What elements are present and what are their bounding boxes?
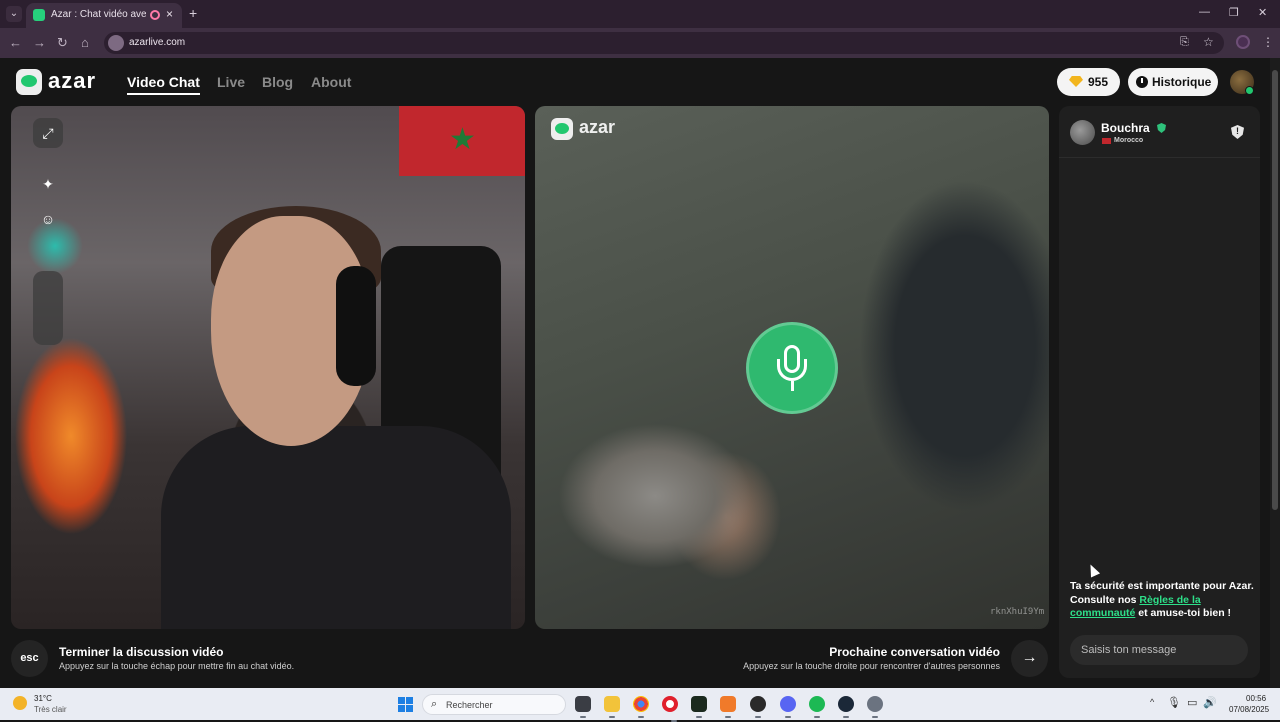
azar-favicon-icon [33,9,45,21]
tray-chevron-icon[interactable]: ^ [1150,697,1154,707]
clock-time[interactable]: 00:56 [1246,694,1266,703]
minimize-video-icon[interactable]: ⤢ [33,118,63,148]
terminal-app-icon[interactable] [691,696,707,718]
effects-toolbar [33,271,63,345]
safety-text-end: et amuse-toi bien ! [1135,607,1232,619]
face-filter-icon[interactable]: ☺ [33,204,63,234]
windows-taskbar: 31°C Très clair ⌕ Rechercher ^ 🎙 ▭ 🔊 00:… [0,688,1280,722]
browser-tab-bar: ⌄ Azar : Chat vidéo avec de n × + — ❐ ✕ [0,0,1280,28]
clock-date[interactable]: 07/08/2025 [1229,705,1269,714]
nav-video-chat[interactable]: Video Chat [127,74,200,95]
tab-title: Azar : Chat vidéo avec de n [51,9,146,20]
self-video-feed: ⤢ ✦ ☺ [11,106,525,629]
nav-blog[interactable]: Blog [262,74,293,90]
nav-about[interactable]: About [311,74,351,90]
maximize-button[interactable]: ❐ [1229,6,1239,19]
sparkle-effects-icon[interactable]: ✦ [33,169,63,199]
discord-icon[interactable] [780,696,796,718]
history-button[interactable]: Historique [1128,68,1218,96]
bookmark-star-icon[interactable]: ☆ [1203,35,1214,49]
azar-watermark-icon [551,118,573,140]
gem-icon [1069,76,1083,87]
chat-header: Bouchra Morocco ! [1059,106,1260,158]
file-explorer-icon[interactable] [604,696,620,718]
nav-live[interactable]: Live [217,74,245,90]
recording-indicator-icon [150,10,160,20]
end-chat-hint: Appuyez sur la touche échap pour mettre … [59,661,295,671]
volume-icon[interactable]: 🔊 [1203,696,1217,709]
new-tab-button[interactable]: + [189,5,197,21]
end-chat-title: Terminer la discussion vidéo [59,645,224,659]
url-field[interactable]: azarlive.com ⎘ ☆ [104,32,1224,54]
task-view-icon[interactable] [575,696,591,718]
tab-search-chevron-icon[interactable]: ⌄ [6,6,22,22]
minimize-button[interactable]: — [1199,6,1210,18]
person-body-image [161,426,511,629]
morocco-flag-icon [1102,138,1111,144]
message-input[interactable] [1070,635,1248,665]
microphone-button[interactable] [746,322,838,414]
partner-video-feed: azar rknXhuI9Ym [535,106,1049,629]
record-app-icon[interactable] [750,696,766,718]
end-chat-button[interactable]: esc [11,640,48,677]
steam-icon[interactable] [838,696,854,718]
opera-icon[interactable] [662,696,678,722]
partner-name: Bouchra [1101,121,1150,135]
azar-logo-text[interactable]: azar [48,68,96,94]
partner-user-id: rknXhuI9Ym [990,607,1045,617]
browser-menu-icon[interactable]: ⋮ [1262,35,1274,49]
orange-app-icon[interactable] [720,696,736,718]
browser-tab[interactable]: Azar : Chat vidéo avec de n × [26,3,182,28]
scrollbar-thumb[interactable] [1272,70,1278,510]
weather-temperature[interactable]: 31°C [34,694,52,703]
chrome-icon[interactable] [633,696,649,718]
gems-count: 955 [1088,75,1109,89]
search-icon: ⌕ [431,698,438,710]
site-header: azar Video Chat Live Blog About 955 Hist… [0,58,1270,106]
forward-arrow-icon[interactable]: → [33,35,46,50]
back-arrow-icon[interactable]: ← [9,35,22,50]
history-label: Historique [1152,75,1212,89]
tab-close-button[interactable]: × [166,7,173,21]
next-chat-title: Prochaine conversation vidéo [829,645,1000,659]
clock-icon [1136,76,1148,88]
azar-watermark-text: azar [579,117,616,137]
site-info-icon[interactable] [108,35,124,51]
gems-button[interactable]: 955 [1057,68,1120,96]
azar-logo-icon[interactable] [16,69,42,95]
browser-toolbar: ← → ↻ ⌂ azarlive.com ⎘ ☆ [0,28,1280,58]
browser-profile-icon[interactable] [1236,35,1250,49]
verified-shield-icon [1157,123,1166,133]
microphone-tray-icon[interactable]: 🎙 [1167,696,1181,709]
next-chat-hint: Appuyez sur la touche droite pour rencon… [743,661,1000,671]
windows-start-icon[interactable] [398,697,413,712]
chat-panel: Bouchra Morocco ! Ta sécurité est import… [1059,106,1260,678]
headphones-image [336,266,376,386]
wall-flag-image [399,106,525,176]
weather-moon-icon[interactable] [13,696,27,710]
partner-avatar[interactable] [1070,120,1095,145]
settings-gear-icon[interactable] [867,696,883,718]
safety-message: Ta sécurité est importante pour Azar. Co… [1070,580,1256,621]
microphone-arc [777,359,807,381]
taskbar-search-placeholder: Rechercher [446,700,493,710]
report-shield-icon[interactable]: ! [1231,125,1244,139]
online-status-dot [1245,86,1254,95]
reload-icon[interactable]: ↻ [57,35,68,51]
url-text[interactable]: azarlive.com [129,37,185,48]
next-chat-button[interactable]: → [1011,640,1048,677]
home-icon[interactable]: ⌂ [81,35,89,50]
weather-description[interactable]: Très clair [34,705,67,714]
microphone-stand [791,381,794,391]
network-icon[interactable]: ▭ [1187,696,1197,709]
partner-country: Morocco [1114,137,1144,144]
page-scrollbar[interactable] [1270,58,1280,688]
taskbar-search[interactable]: ⌕ Rechercher [422,694,566,715]
spotify-icon[interactable] [809,696,825,718]
install-app-icon[interactable]: ⎘ [1180,36,1189,49]
close-window-button[interactable]: ✕ [1258,6,1267,19]
